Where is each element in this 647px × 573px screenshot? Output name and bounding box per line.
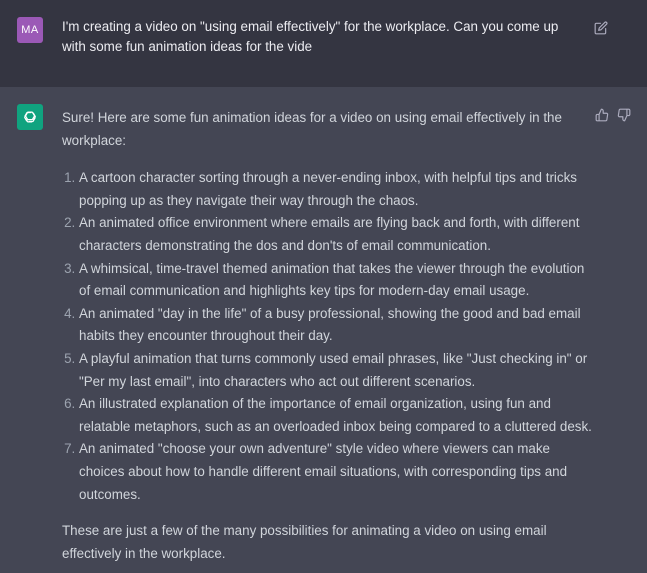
thumbs-up-icon[interactable] bbox=[595, 108, 609, 122]
answer-outro: These are just a few of the many possibi… bbox=[62, 523, 547, 561]
idea-list: A cartoon character sorting through a ne… bbox=[62, 167, 597, 506]
list-item: A cartoon character sorting through a ne… bbox=[79, 167, 597, 212]
list-item: A playful animation that turns commonly … bbox=[79, 348, 597, 393]
user-message-text: I'm creating a video on "using email eff… bbox=[62, 19, 559, 54]
assistant-avatar bbox=[17, 104, 43, 130]
list-item: A whimsical, time-travel themed animatio… bbox=[79, 258, 597, 303]
list-item: An illustrated explanation of the import… bbox=[79, 393, 597, 438]
thumbs-down-icon[interactable] bbox=[617, 108, 631, 122]
user-avatar: MA bbox=[17, 17, 43, 43]
edit-icon[interactable] bbox=[594, 21, 608, 35]
list-item: An animated office environment where ema… bbox=[79, 212, 597, 257]
assistant-message-text: Sure! Here are some fun animation ideas … bbox=[62, 107, 597, 565]
openai-logo-icon bbox=[24, 111, 36, 123]
list-item: An animated "day in the life" of a busy … bbox=[79, 303, 597, 348]
answer-intro: Sure! Here are some fun animation ideas … bbox=[62, 110, 562, 148]
list-item: An animated "choose your own adventure" … bbox=[79, 438, 597, 506]
